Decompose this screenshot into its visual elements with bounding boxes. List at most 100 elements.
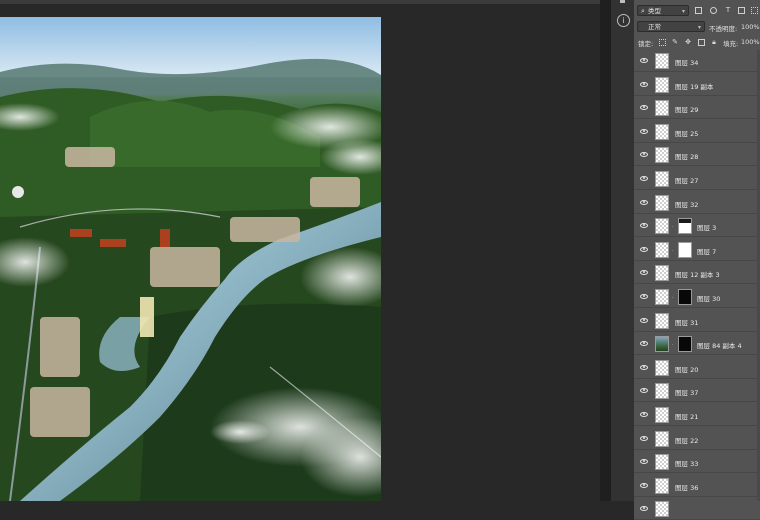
layer-name[interactable]: 图层 36	[675, 482, 698, 492]
layer-name[interactable]: 图层 29	[675, 104, 698, 114]
layer-name[interactable]: 图层 25	[675, 128, 698, 138]
visibility-eye-icon[interactable]	[640, 58, 648, 63]
layer-name[interactable]: 图层 84 副本 4	[697, 340, 742, 350]
layer-name[interactable]: 图层 28	[675, 151, 698, 161]
layer-row[interactable]: · 图层 3	[634, 215, 760, 238]
visibility-eye-icon[interactable]	[640, 270, 648, 276]
blend-row: 正常 ▾ 不透明度: 100%	[634, 20, 760, 36]
layer-thumbnail	[655, 265, 669, 282]
layer-name[interactable]: 图层 31	[675, 317, 698, 327]
lock-icon[interactable]: 🔒︎	[710, 38, 718, 46]
blend-mode-value: 正常	[648, 23, 661, 31]
visibility-eye-icon[interactable]	[640, 105, 648, 111]
layer-name[interactable]: 图层 37	[675, 387, 698, 397]
layer-row[interactable]: 图层 28	[634, 144, 760, 167]
layer-thumbnail	[655, 501, 669, 518]
lock-transparent-icon[interactable]	[659, 39, 666, 46]
layer-thumbnail	[655, 312, 669, 329]
aerial-rendering-image	[0, 17, 381, 501]
layer-row[interactable]: · 图层 84 副本 4	[634, 333, 760, 356]
visibility-eye-icon[interactable]	[640, 341, 648, 347]
layer-name[interactable]: 图层 22	[675, 435, 698, 445]
layer-row[interactable]: 图层 31	[634, 309, 760, 332]
visibility-eye-icon[interactable]	[640, 388, 648, 394]
visibility-eye-icon[interactable]	[640, 128, 648, 134]
info-icon[interactable]: i	[617, 14, 630, 27]
layer-filter-select[interactable]: ⌕ 类型 ▾	[637, 5, 689, 16]
layer-list: 图层 34 图层 19 副本 图层 29 图层 25 图层 28 图层 27 图层 32 · 图…	[634, 50, 760, 520]
layer-row[interactable]: 图层 25	[634, 120, 760, 143]
layer-row[interactable]: · 图层 7	[634, 238, 760, 261]
document-canvas[interactable]	[0, 0, 611, 501]
layer-row[interactable]: 图层 29	[634, 97, 760, 120]
smart-object-filter-icon[interactable]	[751, 7, 758, 14]
visibility-eye-icon[interactable]	[640, 482, 648, 488]
layer-row[interactable]: · 图层 30	[634, 286, 760, 308]
opacity-value[interactable]: 100%	[741, 23, 760, 31]
tab-strip	[0, 0, 611, 4]
layer-name[interactable]: 图层 30	[697, 293, 720, 303]
visibility-eye-icon[interactable]	[640, 81, 648, 87]
adjustment-filter-icon[interactable]	[710, 7, 717, 14]
layer-mask-thumbnail[interactable]	[678, 336, 692, 353]
layer-thumbnail	[655, 123, 669, 140]
layer-name[interactable]: 图层 27	[675, 175, 698, 185]
layer-row[interactable]: 图层 19 副本	[634, 73, 760, 96]
shape-filter-icon[interactable]	[738, 7, 745, 14]
grip-icon	[620, 0, 625, 3]
visibility-eye-icon[interactable]	[640, 364, 648, 370]
visibility-eye-icon[interactable]	[640, 199, 648, 205]
layer-name[interactable]: 图层 7	[697, 246, 716, 256]
filter-label: 类型	[648, 7, 661, 15]
visibility-eye-icon[interactable]	[640, 152, 648, 158]
link-icon[interactable]: ·	[672, 342, 676, 348]
layer-row[interactable]: 图层 22	[634, 427, 760, 450]
chevron-down-icon: ▾	[681, 8, 685, 15]
layer-name[interactable]: 图层 33	[675, 458, 698, 468]
layer-row[interactable]: 图层 36	[634, 474, 760, 497]
visibility-eye-icon[interactable]	[640, 317, 648, 323]
artboard-lock-icon[interactable]	[698, 39, 705, 46]
layer-row[interactable]	[634, 498, 760, 520]
visibility-eye-icon[interactable]	[640, 176, 648, 181]
fill-label: 填充:	[723, 40, 739, 48]
visibility-eye-icon[interactable]	[640, 294, 648, 299]
brush-icon[interactable]: ✎	[671, 38, 679, 46]
blend-mode-select[interactable]: 正常 ▾	[637, 21, 705, 32]
visibility-eye-icon[interactable]	[640, 223, 648, 229]
layer-name[interactable]: 图层 21	[675, 411, 698, 421]
layer-row[interactable]: 图层 34	[634, 50, 760, 72]
layer-row[interactable]: 图层 20	[634, 356, 760, 379]
layer-row[interactable]: 图层 32	[634, 191, 760, 214]
visibility-eye-icon[interactable]	[640, 506, 648, 512]
link-icon[interactable]: ·	[672, 295, 676, 301]
layer-mask-thumbnail[interactable]	[678, 289, 692, 305]
fill-value[interactable]: 100%	[741, 38, 760, 46]
layer-row[interactable]: 图层 33	[634, 451, 760, 474]
layer-thumbnail	[655, 359, 669, 376]
layer-name[interactable]: 图层 3	[697, 222, 716, 232]
visibility-eye-icon[interactable]	[640, 246, 648, 252]
layer-thumbnail	[655, 171, 669, 187]
type-filter-icon[interactable]: T	[724, 6, 732, 14]
layer-row[interactable]: 图层 21	[634, 404, 760, 426]
link-icon[interactable]: ·	[672, 248, 676, 254]
layer-mask-thumbnail[interactable]	[678, 218, 692, 235]
layer-name[interactable]: 图层 20	[675, 364, 698, 374]
layer-mask-thumbnail[interactable]	[678, 241, 692, 258]
link-icon[interactable]: ·	[672, 224, 676, 230]
visibility-eye-icon[interactable]	[640, 435, 648, 441]
layer-name[interactable]: 图层 12 副本 3	[675, 269, 720, 279]
visibility-eye-icon[interactable]	[640, 459, 648, 465]
layer-name[interactable]: 图层 32	[675, 199, 698, 209]
layer-row[interactable]: 图层 37	[634, 380, 760, 403]
layer-name[interactable]: 图层 19 副本	[675, 81, 713, 91]
layer-row[interactable]: 图层 27	[634, 168, 760, 190]
layer-row[interactable]: 图层 12 副本 3	[634, 262, 760, 285]
layer-name[interactable]: 图层 34	[675, 57, 698, 67]
move-icon[interactable]: ✥	[684, 38, 692, 46]
search-icon: ⌕	[641, 7, 645, 15]
pixel-filter-icon[interactable]	[695, 7, 702, 14]
panel-gutter	[600, 0, 611, 501]
visibility-eye-icon[interactable]	[640, 412, 648, 417]
